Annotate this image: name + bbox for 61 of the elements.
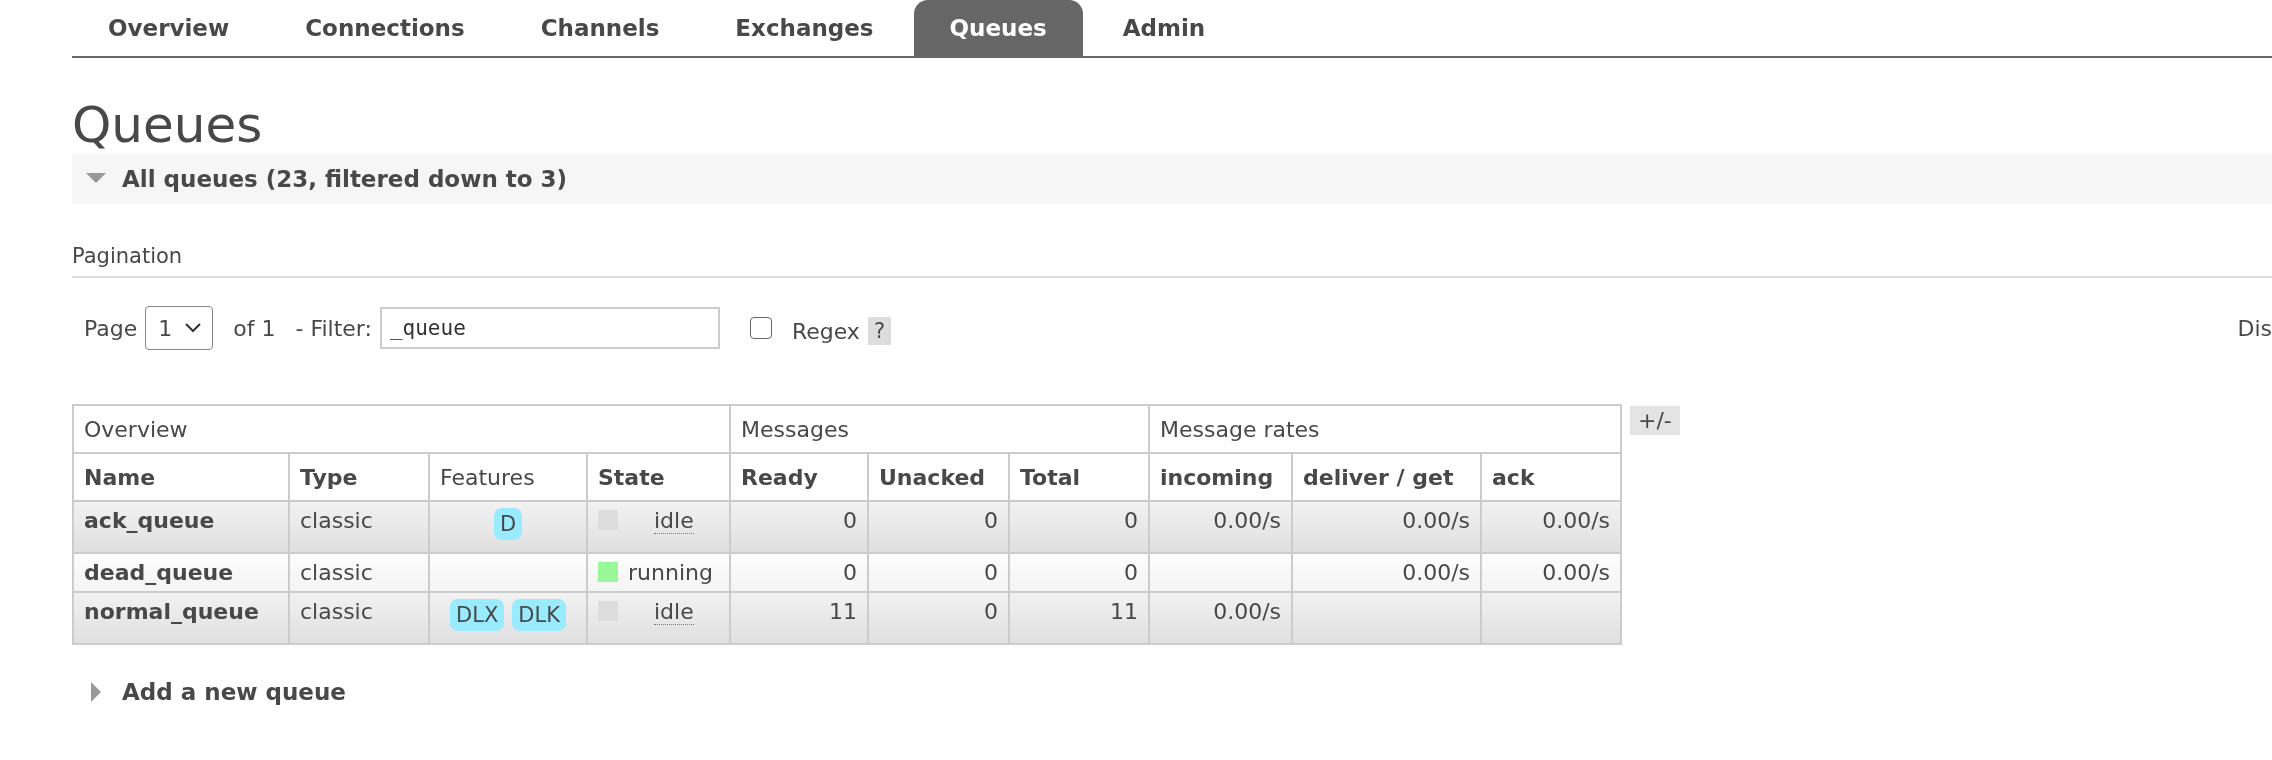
group-header: Overview <box>73 405 730 453</box>
nav-tab[interactable]: Connections <box>269 0 501 56</box>
table-cell: 11 <box>730 592 868 644</box>
table-cell: classic <box>289 501 429 553</box>
queue-name-cell[interactable]: ack_queue <box>73 501 289 553</box>
table-cell: 0.00/s <box>1481 501 1621 553</box>
page-label: Page <box>84 315 138 341</box>
nav-tab[interactable]: Channels <box>504 0 696 56</box>
group-header: Message rates <box>1149 405 1621 453</box>
chevron-down-icon <box>184 322 203 334</box>
nav-tab[interactable]: Admin <box>1086 0 1242 56</box>
feature-badge: DLK <box>512 599 566 631</box>
queue-name-cell[interactable]: normal_queue <box>73 592 289 644</box>
column-header[interactable]: Unacked <box>868 453 1009 501</box>
state-label: running <box>628 560 713 585</box>
table-cell: 0 <box>868 501 1009 553</box>
regex-checkbox[interactable] <box>749 317 772 339</box>
columns-toggle-button[interactable]: +/- <box>1630 406 1680 435</box>
display-text: Dis <box>2237 315 2272 341</box>
page-title: Queues <box>72 96 263 154</box>
column-header[interactable]: State <box>587 453 730 501</box>
column-header[interactable]: ack <box>1481 453 1621 501</box>
feature-badge: DLX <box>450 599 505 631</box>
filter-label: - Filter: <box>295 315 372 341</box>
state-label: idle <box>654 599 694 625</box>
table-cell: 0.00/s <box>1481 553 1621 592</box>
column-header: Features <box>429 453 587 501</box>
table-cell: 0 <box>868 553 1009 592</box>
feature-badge: D <box>493 508 523 540</box>
section-header[interactable]: All queues (23, filtered down to 3) <box>72 154 2272 204</box>
table-cell: classic <box>289 553 429 592</box>
table-cell: 0.00/s <box>1292 501 1481 553</box>
table-cell: 0 <box>1009 553 1149 592</box>
column-header[interactable]: incoming <box>1149 453 1292 501</box>
help-button[interactable]: ? <box>867 317 892 345</box>
section-header[interactable]: Add a new queue <box>72 667 346 717</box>
column-header[interactable]: Total <box>1009 453 1149 501</box>
table-cell: 0.00/s <box>1292 553 1481 592</box>
table-cell: 0.00/s <box>1149 501 1292 553</box>
column-header[interactable]: deliver / get <box>1292 453 1481 501</box>
column-header[interactable]: Ready <box>730 453 868 501</box>
table-cell: 0 <box>1009 501 1149 553</box>
table-cell: 11 <box>1009 592 1149 644</box>
nav-tab[interactable]: Exchanges <box>699 0 910 56</box>
table-cell: 0 <box>730 501 868 553</box>
nav-tab[interactable]: Queues <box>913 0 1083 56</box>
page-select[interactable]: 1 <box>145 306 214 350</box>
table-cell: 0 <box>868 592 1009 644</box>
pagination-heading: Pagination <box>72 244 2272 278</box>
table-cell: 0.00/s <box>1149 592 1292 644</box>
page-count-label: of 1 <box>233 315 276 341</box>
queue-name-cell[interactable]: dead_queue <box>73 553 289 592</box>
table-cell: 0 <box>730 553 868 592</box>
table-cell: classic <box>289 592 429 644</box>
column-header[interactable]: Type <box>289 453 429 501</box>
regex-label: Regex <box>791 318 860 344</box>
filter-input[interactable]: _queue <box>379 307 720 349</box>
group-header: Messages <box>730 405 1149 453</box>
nav-tab[interactable]: Overview <box>72 0 266 56</box>
column-header[interactable]: Name <box>73 453 289 501</box>
state-label: idle <box>654 508 694 534</box>
